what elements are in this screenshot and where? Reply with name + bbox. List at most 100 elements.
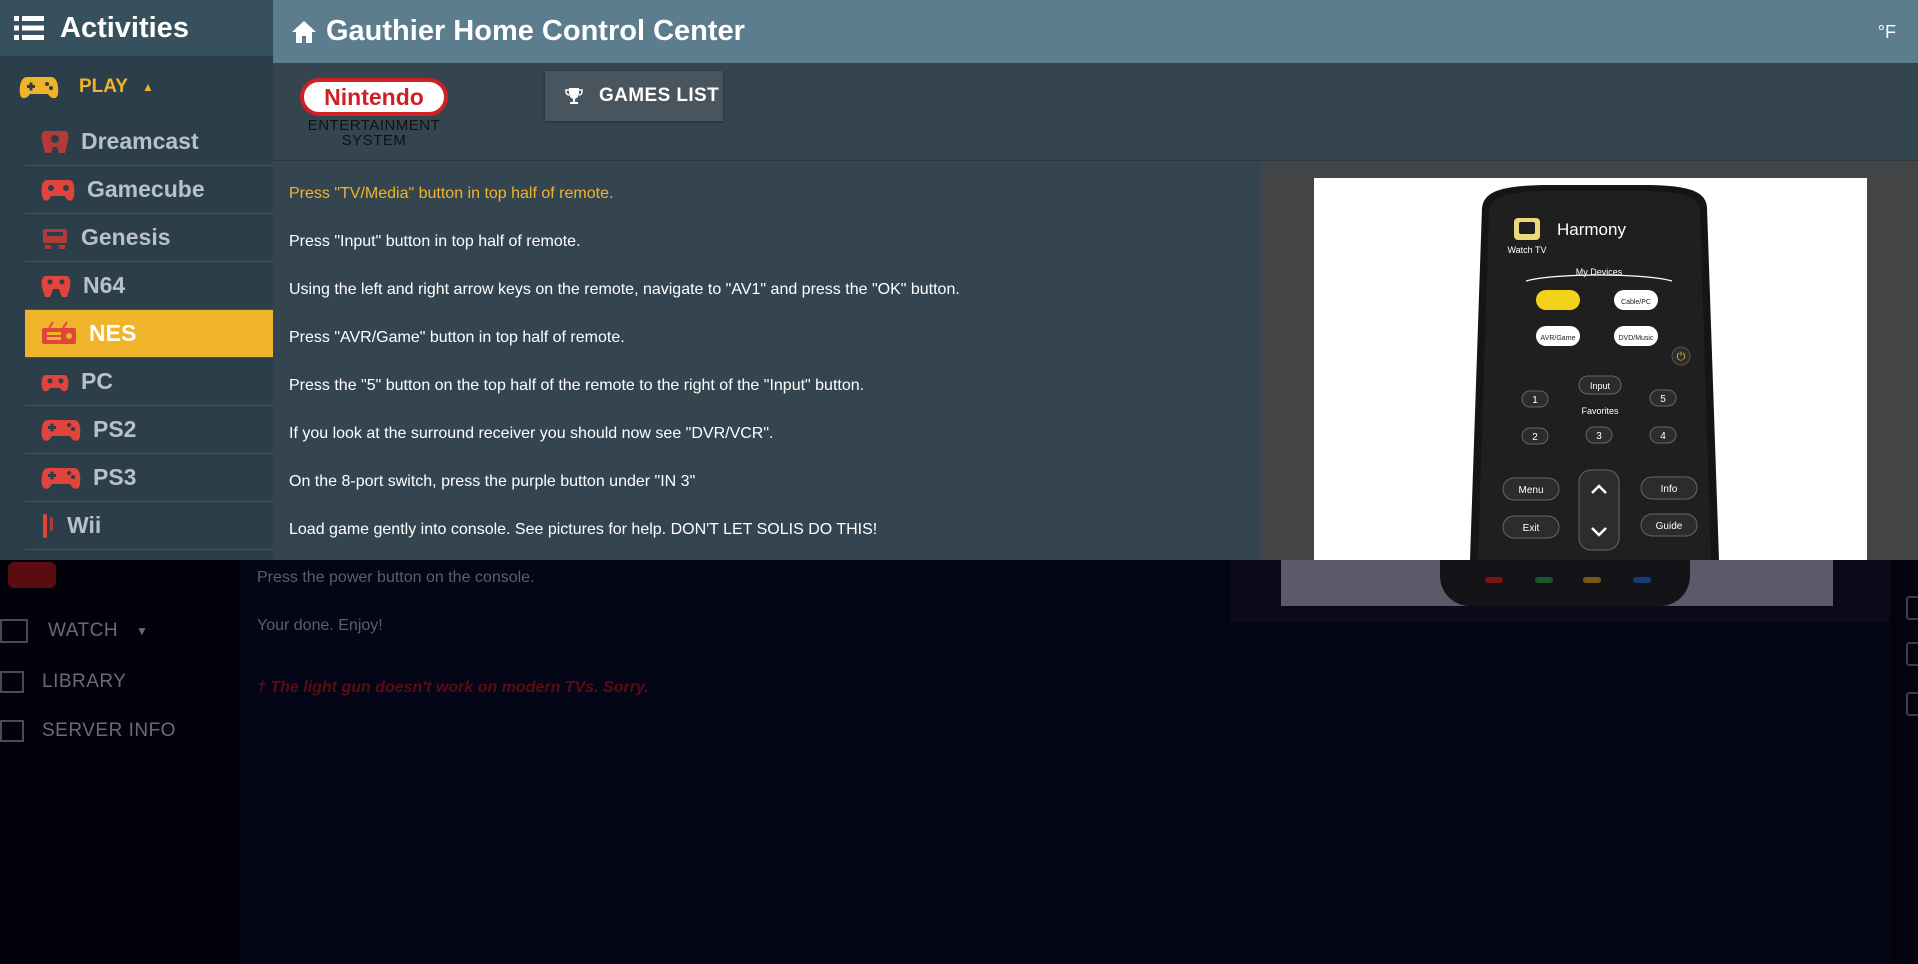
console-list: Dreamcast Gamecube Genesis N64 NES PC PS… (25, 118, 273, 550)
activities-header[interactable]: Activities (0, 0, 273, 56)
genesis-console-icon (41, 225, 69, 251)
remote-cable-pc: Cable/PC (1621, 299, 1651, 306)
sidebar-item-label: PS2 (93, 416, 137, 442)
logo-line-2: SYSTEM (342, 132, 407, 148)
instruction-step: Using the left and right arrow keys on t… (289, 281, 960, 298)
ps2-controller-icon (41, 417, 81, 443)
wii-remote-icon (41, 513, 55, 539)
sidebar-item-dreamcast[interactable]: Dreamcast (25, 118, 273, 166)
pc-gamepad-icon (41, 369, 69, 395)
remote-key-4: 4 (1660, 431, 1666, 442)
blue-button-icon (1633, 577, 1651, 583)
ps3-controller-icon (41, 465, 81, 491)
instruction-step: Press the "5" button on the top half of … (289, 377, 865, 394)
light-gun-note: † The light gun doesn't work on modern T… (257, 679, 649, 696)
chevron-down-icon: ▼ (136, 624, 149, 638)
remote-info: Info (1661, 484, 1678, 495)
nav-watch-label: WATCH (48, 620, 119, 641)
trophy-icon (565, 88, 583, 104)
nav-library-label: LIBRARY (42, 671, 127, 692)
sidebar-item-gamecube[interactable]: Gamecube (25, 166, 273, 214)
gamepad-icon (19, 77, 59, 99)
background-remote-image (1440, 560, 1690, 606)
page-title: Gauthier Home Control Center (326, 15, 745, 47)
remote-favorites: Favorites (1581, 406, 1619, 416)
remote-brand: Harmony (1557, 220, 1626, 239)
nav-watch[interactable]: WATCH ▼ (0, 619, 148, 643)
remote-menu: Menu (1518, 485, 1543, 496)
server-icon (1906, 692, 1918, 716)
sidebar-item-ps2[interactable]: PS2 (25, 406, 273, 454)
remote-my-devices: My Devices (1576, 267, 1623, 277)
dreamcast-controller-icon (41, 129, 69, 155)
play-section-toggle[interactable]: PLAY ▲ (0, 56, 273, 118)
sidebar-item-pc[interactable]: PC (25, 358, 273, 406)
instruction-step: Press "Input" button in top half of remo… (289, 233, 581, 250)
svg-text:⏻: ⏻ (1677, 350, 1686, 363)
app-header: Gauthier Home Control Center °F (273, 0, 1918, 63)
n64-controller-icon (41, 273, 71, 299)
sidebar-item-wii[interactable]: Wii (25, 502, 273, 550)
remote-input: Input (1590, 381, 1611, 391)
activities-sidebar: Activities PLAY ▲ Dreamcast Gamecube Gen… (0, 0, 273, 560)
remote-key-2: 2 (1532, 432, 1538, 443)
sidebar-item-ps3[interactable]: PS3 (25, 454, 273, 502)
red-button-icon (1485, 577, 1503, 583)
sidebar-item-label: Dreamcast (81, 128, 199, 154)
remote-watch-tv: Watch TV (1507, 245, 1546, 255)
games-list-label: GAMES LIST (599, 85, 720, 106)
sidebar-item-nes[interactable]: NES (25, 310, 273, 358)
instruction-step: Press "AVR/Game" button in top half of r… (289, 329, 625, 346)
nav-server-info[interactable]: SERVER INFO (0, 720, 176, 742)
sidebar-item-label: PC (81, 368, 113, 394)
server-icon (0, 720, 24, 742)
remote-exit: Exit (1523, 523, 1540, 534)
remote-guide: Guide (1656, 521, 1683, 532)
nav-library[interactable]: LIBRARY (0, 671, 126, 693)
sidebar-item-n64[interactable]: N64 (25, 262, 273, 310)
logo-brand: Nintendo (324, 84, 424, 110)
sidebar-item-label: NES (89, 320, 137, 346)
green-button-icon (1535, 577, 1553, 583)
tv-icon (1906, 596, 1918, 620)
sidebar-item-label: N64 (83, 272, 126, 298)
sidebar-item-genesis[interactable]: Genesis (25, 214, 273, 262)
sidebar-item-label: Genesis (81, 224, 171, 250)
sidebar-item-label: Gamecube (87, 176, 205, 202)
home-icon (292, 20, 316, 43)
setup-instructions: Press "TV/Media" button in top half of r… (273, 161, 1261, 560)
archive-icon (1906, 642, 1918, 666)
remote-key-1: 1 (1532, 395, 1538, 406)
remote-photo-panel: Watch TV Harmony My Devices Cable/PC AVR… (1261, 161, 1918, 560)
tv-icon (0, 619, 28, 643)
remote-avr-game: AVR/Game (1541, 335, 1576, 342)
remote-key-3: 3 (1596, 431, 1602, 442)
sidebar-item-label: PS3 (93, 464, 137, 490)
activities-title: Activities (60, 11, 189, 44)
archive-icon (0, 671, 24, 693)
wii-console-icon (8, 562, 56, 588)
play-label: PLAY (79, 76, 128, 97)
instruction-step: On the 8-port switch, press the purple b… (289, 473, 696, 490)
list-icon (14, 16, 44, 40)
background-step: Press the power button on the console. (257, 569, 535, 586)
background-step: Your done. Enjoy! (257, 617, 383, 634)
remote-dvd-music: DVD/Music (1618, 335, 1654, 342)
harmony-remote-image: Watch TV Harmony My Devices Cable/PC AVR… (1470, 185, 1719, 560)
instruction-step: If you look at the surround receiver you… (289, 425, 774, 442)
chevron-up-icon: ▲ (141, 80, 154, 94)
nintendo-entertainment-system-logo: Nintendo ENTERTAINMENT SYSTEM (300, 78, 448, 148)
sidebar-item-label: Wii (67, 512, 102, 538)
nes-console-icon (41, 320, 77, 347)
yellow-button-icon (1583, 577, 1601, 583)
harmony-remote-photo: Watch TV Harmony My Devices Cable/PC AVR… (1314, 178, 1867, 560)
gamecube-controller-icon (41, 177, 75, 203)
remote-key-5: 5 (1660, 394, 1666, 405)
console-toolbar: Nintendo ENTERTAINMENT SYSTEM GAMES LIST (273, 63, 1918, 161)
activities-overlay: Activities PLAY ▲ Dreamcast Gamecube Gen… (0, 0, 1918, 560)
temperature-unit[interactable]: °F (1878, 22, 1896, 43)
instruction-step: Load game gently into console. See pictu… (289, 521, 878, 538)
instruction-step: Press "TV/Media" button in top half of r… (289, 185, 614, 202)
nav-server-info-label: SERVER INFO (42, 720, 176, 741)
games-list-button[interactable]: GAMES LIST (545, 71, 723, 121)
